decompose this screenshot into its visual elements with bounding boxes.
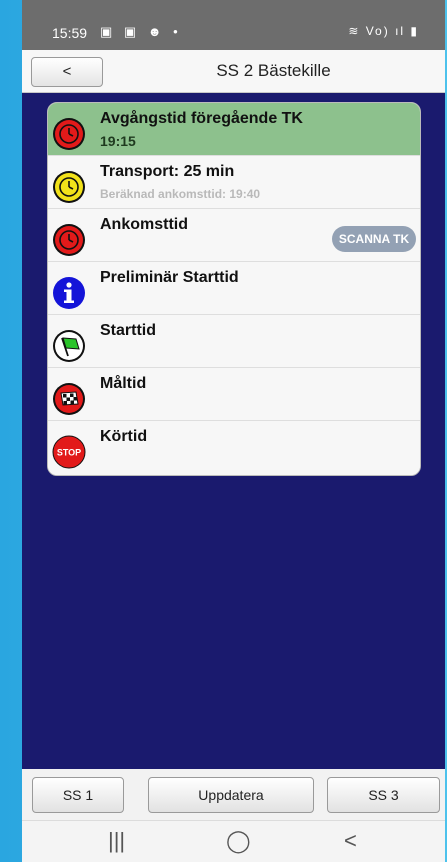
row-label: Måltid	[100, 375, 147, 392]
android-nav-bar: ||| ◯ <	[22, 820, 445, 862]
row-subtext: Beräknad ankomsttid: 19:40	[100, 187, 261, 201]
row-maltid[interactable]: Måltid	[48, 368, 420, 421]
update-button[interactable]: Uppdatera	[148, 777, 314, 813]
app-header: < SS 2 Bästekille	[22, 50, 445, 93]
green-flag-icon	[53, 330, 85, 362]
recents-icon[interactable]: |||	[108, 828, 125, 854]
row-kortid[interactable]: STOP Körtid	[48, 421, 420, 475]
row-starttid[interactable]: Starttid	[48, 315, 420, 368]
back-button[interactable]: <	[31, 57, 103, 87]
row-avgangstid[interactable]: Avgångstid föregående TK 19:15	[48, 103, 420, 156]
prev-stage-button[interactable]: SS 1	[32, 777, 124, 813]
row-transport[interactable]: Transport: 25 min Beräknad ankomsttid: 1…	[48, 156, 420, 209]
info-icon	[53, 277, 85, 309]
red-clock-icon	[53, 118, 85, 150]
yellow-clock-icon	[53, 171, 85, 203]
row-ankomsttid[interactable]: Ankomsttid SCANNA TK	[48, 209, 420, 262]
row-preliminar-starttid[interactable]: Preliminär Starttid	[48, 262, 420, 315]
time-list: Avgångstid föregående TK 19:15 Transport…	[47, 102, 421, 476]
page-title: SS 2 Bästekille	[216, 61, 331, 80]
signal-battery-icons: ≋ Vo) ıl ▮	[348, 24, 419, 38]
main-content: Avgångstid föregående TK 19:15 Transport…	[22, 93, 445, 769]
nav-back-icon[interactable]: <	[344, 828, 357, 854]
scan-tk-button[interactable]: SCANNA TK	[332, 226, 416, 252]
footer-toolbar: SS 1 Uppdatera SS 3	[22, 769, 445, 819]
row-label: Körtid	[100, 428, 148, 445]
next-stage-button[interactable]: SS 3	[327, 777, 440, 813]
status-time: 15:59	[52, 25, 88, 41]
row-value: 19:15	[100, 133, 136, 149]
row-label: Ankomsttid	[100, 216, 188, 233]
phone-screen: 15:59 ▣ ▣ ☻ • ≋ Vo) ıl ▮ < SS 2 Bästekil…	[22, 0, 445, 862]
status-bar: 15:59 ▣ ▣ ☻ • ≋ Vo) ıl ▮	[22, 0, 445, 50]
row-label: Starttid	[100, 322, 156, 339]
row-label: Preliminär Starttid	[100, 269, 239, 286]
red-clock-icon	[53, 224, 85, 256]
svg-text:STOP: STOP	[57, 448, 81, 458]
row-label: Avgångstid föregående TK	[100, 110, 303, 127]
notification-icons: ▣ ▣ ☻ •	[100, 24, 182, 39]
row-label: Transport: 25 min	[100, 163, 235, 180]
checkered-flag-icon	[53, 383, 85, 415]
home-icon[interactable]: ◯	[226, 828, 251, 854]
stop-icon: STOP	[52, 435, 86, 469]
